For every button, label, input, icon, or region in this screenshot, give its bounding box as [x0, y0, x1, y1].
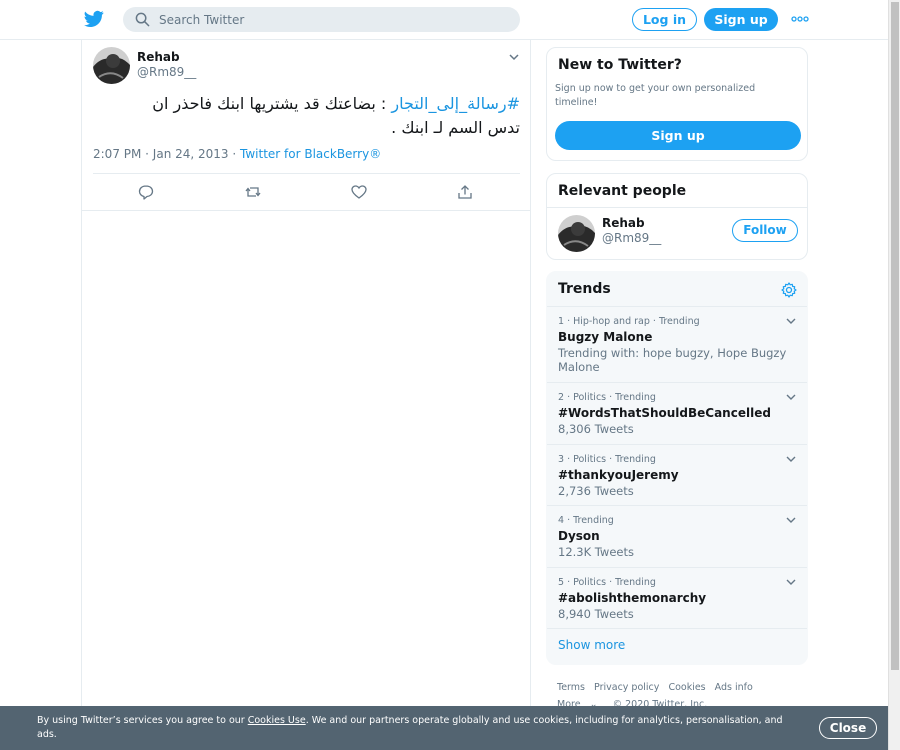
chevron-down-icon[interactable]	[785, 391, 797, 403]
trend-title: #WordsThatShouldBeCancelled	[558, 406, 771, 420]
footer-link-terms[interactable]: Terms	[557, 682, 585, 693]
trend-context: 5 · Politics · Trending	[558, 577, 656, 588]
page: Log in Sign up Rehab @Rm89__	[0, 0, 900, 750]
cookie-text: By using Twitter’s services you agree to…	[37, 715, 783, 740]
card-description: Sign up now to get your own personalized…	[555, 83, 756, 108]
trend-item[interactable]: 5 · Politics · Trending #abolishthemonar…	[547, 567, 807, 628]
trend-title: Dyson	[558, 529, 600, 543]
trend-title: #abolishthemonarchy	[558, 591, 707, 605]
tweet-meta: 2:07 PM · Jan 24, 2013 · Twitter for Bla…	[93, 147, 381, 161]
chevron-down-icon[interactable]	[785, 315, 797, 327]
tweet-timestamp[interactable]: 2:07 PM · Jan 24, 2013 ·	[93, 147, 240, 161]
trend-title: Bugzy Malone	[558, 330, 653, 344]
author-avatar[interactable]	[93, 47, 130, 84]
trend-context: 1 · Hip-hop and rap · Trending	[558, 316, 700, 327]
author-handle: @Rm89__	[137, 65, 197, 79]
trend-subtitle: Trending with: hope bugzy, Hope Bugzy Ma…	[558, 346, 787, 374]
trend-subtitle: 2,736 Tweets	[558, 484, 634, 498]
author-name[interactable]: Rehab	[137, 50, 180, 64]
trend-context: 4 · Trending	[558, 515, 614, 526]
trend-context: 3 · Politics · Trending	[558, 454, 656, 465]
relevant-people-card: Relevant people Rehab @Rm89__ Follow	[546, 173, 808, 260]
gear-icon[interactable]	[781, 282, 797, 298]
trend-subtitle: 12.3K Tweets	[558, 545, 634, 559]
trends-card: Trends 1 · Hip-hop and rap · Trending Bu…	[546, 271, 808, 665]
reply-icon[interactable]	[138, 184, 154, 200]
more-dots-icon[interactable]	[791, 10, 809, 28]
trend-item[interactable]: 4 · Trending Dyson 12.3K Tweets	[547, 505, 807, 567]
tweet-text-line1: : بضاعتك قد يشتريها ابنك فاحذر ان	[152, 94, 392, 113]
card-heading: Relevant people	[558, 183, 687, 199]
trend-item[interactable]: 1 · Hip-hop and rap · Trending Bugzy Mal…	[547, 306, 807, 382]
twitter-bird-icon[interactable]	[84, 10, 104, 28]
tweet[interactable]: Rehab @Rm89__ #رسالة_إلى_التجار : بضاعتك…	[82, 40, 530, 211]
retweet-icon[interactable]	[245, 184, 261, 200]
trend-title: #thankyouJeremy	[558, 468, 679, 482]
like-icon[interactable]	[351, 184, 367, 200]
chevron-down-icon[interactable]	[785, 453, 797, 465]
chevron-down-icon[interactable]	[785, 514, 797, 526]
tweet-text-line2: تدس السم لـ ابنك .	[391, 118, 520, 137]
chevron-down-icon[interactable]	[785, 576, 797, 588]
person-name[interactable]: Rehab	[602, 216, 645, 230]
scrollbar-thumb[interactable]	[891, 2, 899, 670]
search-icon	[135, 12, 150, 27]
share-icon[interactable]	[457, 184, 473, 200]
footer-link-ads[interactable]: Ads info	[715, 682, 753, 693]
card-heading: New to Twitter?	[558, 57, 682, 73]
main-column: Rehab @Rm89__ #رسالة_إلى_التجار : بضاعتك…	[81, 40, 531, 750]
cookies-use-link[interactable]: Cookies Use	[248, 715, 306, 726]
trend-context: 2 · Politics · Trending	[558, 392, 656, 403]
avatar-image	[558, 215, 595, 252]
card-heading: Trends	[558, 281, 611, 297]
footer-link-cookies[interactable]: Cookies	[668, 682, 705, 693]
chevron-down-icon[interactable]	[507, 50, 521, 64]
tweet-text: #رسالة_إلى_التجار : بضاعتك قد يشتريها اب…	[93, 92, 520, 140]
search-box[interactable]	[123, 7, 520, 32]
scrollbar[interactable]	[888, 0, 900, 750]
signup-button[interactable]: Sign up	[704, 8, 778, 31]
person-handle: @Rm89__	[602, 231, 662, 245]
close-button[interactable]: Close	[819, 717, 877, 739]
divider	[93, 173, 520, 174]
trend-item[interactable]: 2 · Politics · Trending #WordsThatShould…	[547, 382, 807, 444]
footer-link-privacy[interactable]: Privacy policy	[594, 682, 659, 693]
trend-item[interactable]: 3 · Politics · Trending #thankyouJeremy …	[547, 444, 807, 505]
follow-button[interactable]: Follow	[732, 219, 798, 242]
tweet-source-link[interactable]: Twitter for BlackBerry®	[240, 147, 381, 161]
divider	[547, 207, 807, 208]
tweet-hashtag[interactable]: #رسالة_إلى_التجار	[391, 94, 520, 113]
new-to-twitter-card: New to Twitter? Sign up now to get your …	[546, 47, 808, 161]
avatar-image	[93, 47, 130, 84]
top-bar: Log in Sign up	[0, 0, 888, 40]
sidebar-signup-button[interactable]: Sign up	[555, 121, 801, 150]
person-avatar[interactable]	[558, 215, 595, 252]
login-button[interactable]: Log in	[632, 8, 697, 31]
cookie-banner: By using Twitter’s services you agree to…	[0, 706, 888, 750]
search-input[interactable]	[159, 10, 499, 29]
divider	[547, 628, 807, 629]
trend-subtitle: 8,940 Tweets	[558, 607, 634, 621]
show-more-link[interactable]: Show more	[558, 638, 625, 652]
trend-subtitle: 8,306 Tweets	[558, 422, 634, 436]
